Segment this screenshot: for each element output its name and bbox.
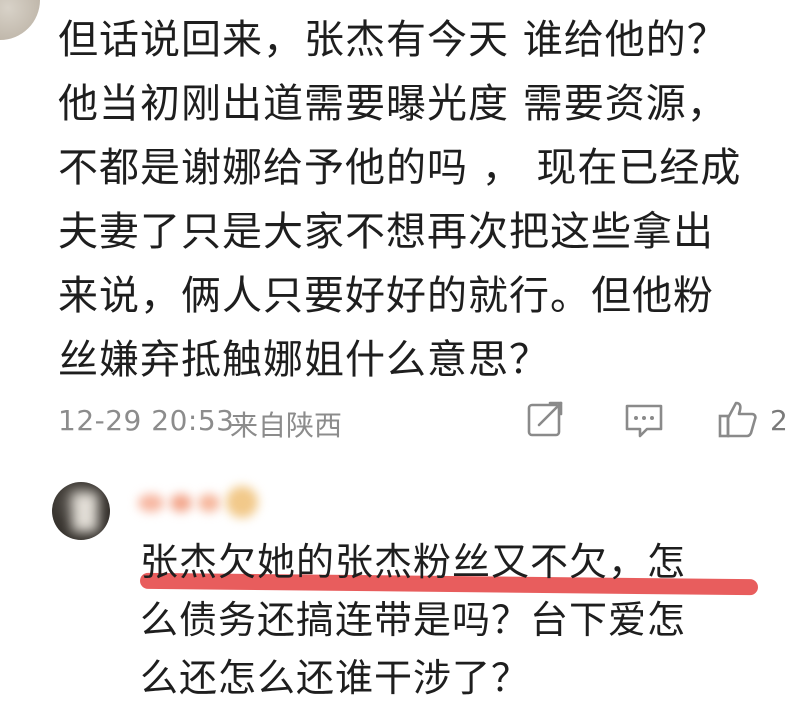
commenter-avatar[interactable]	[0, 0, 40, 40]
reply-line: 么债务还搞连带是吗？台下爱怎	[140, 598, 687, 642]
reply-avatar[interactable]	[52, 482, 110, 540]
comment-line: 夫妻了只是大家不想再次把这些拿出	[58, 209, 714, 255]
like-count: 2	[770, 404, 788, 437]
comment-timestamp: 12-29 20:53	[58, 404, 235, 437]
comment-line: 丝嫌弃抵触娜姐什么意思？	[58, 337, 550, 383]
reply-line: 么还怎么还谁干涉了？	[140, 656, 531, 700]
reply-body: 张杰欠她的张杰粉丝又不欠，怎 么债务还搞连带是吗？台下爱怎 么还怎么还谁干涉了？	[140, 533, 790, 707]
comment-line: 来说，俩人只要好好的就行。但他粉	[58, 273, 714, 319]
comment-icon[interactable]	[622, 398, 666, 442]
comment-line: 他当初刚出道需要曝光度 需要资源，	[58, 81, 728, 127]
comment-meta-row: 12-29 20:53 来自陕西 2	[58, 394, 798, 450]
share-icon[interactable]	[524, 398, 568, 442]
reply-username-redacted	[134, 482, 284, 522]
comment-location: 来自陕西	[230, 409, 343, 442]
comment-body: 但话说回来，张杰有今天 谁给他的？ 他当初刚出道需要曝光度 需要资源， 不都是谢…	[58, 8, 798, 392]
reply-comment: 张杰欠她的张杰粉丝又不欠，怎 么债务还搞连带是吗？台下爱怎 么还怎么还谁干涉了？	[52, 478, 802, 713]
comment-line: 但话说回来，张杰有今天 谁给他的？	[58, 17, 728, 63]
comment-line: 不都是谢娜给予他的吗 ， 现在已经成	[58, 145, 742, 191]
reply-line: 张杰欠她的张杰粉丝又不欠，怎	[140, 540, 687, 584]
thumbs-up-icon[interactable]	[716, 398, 760, 442]
